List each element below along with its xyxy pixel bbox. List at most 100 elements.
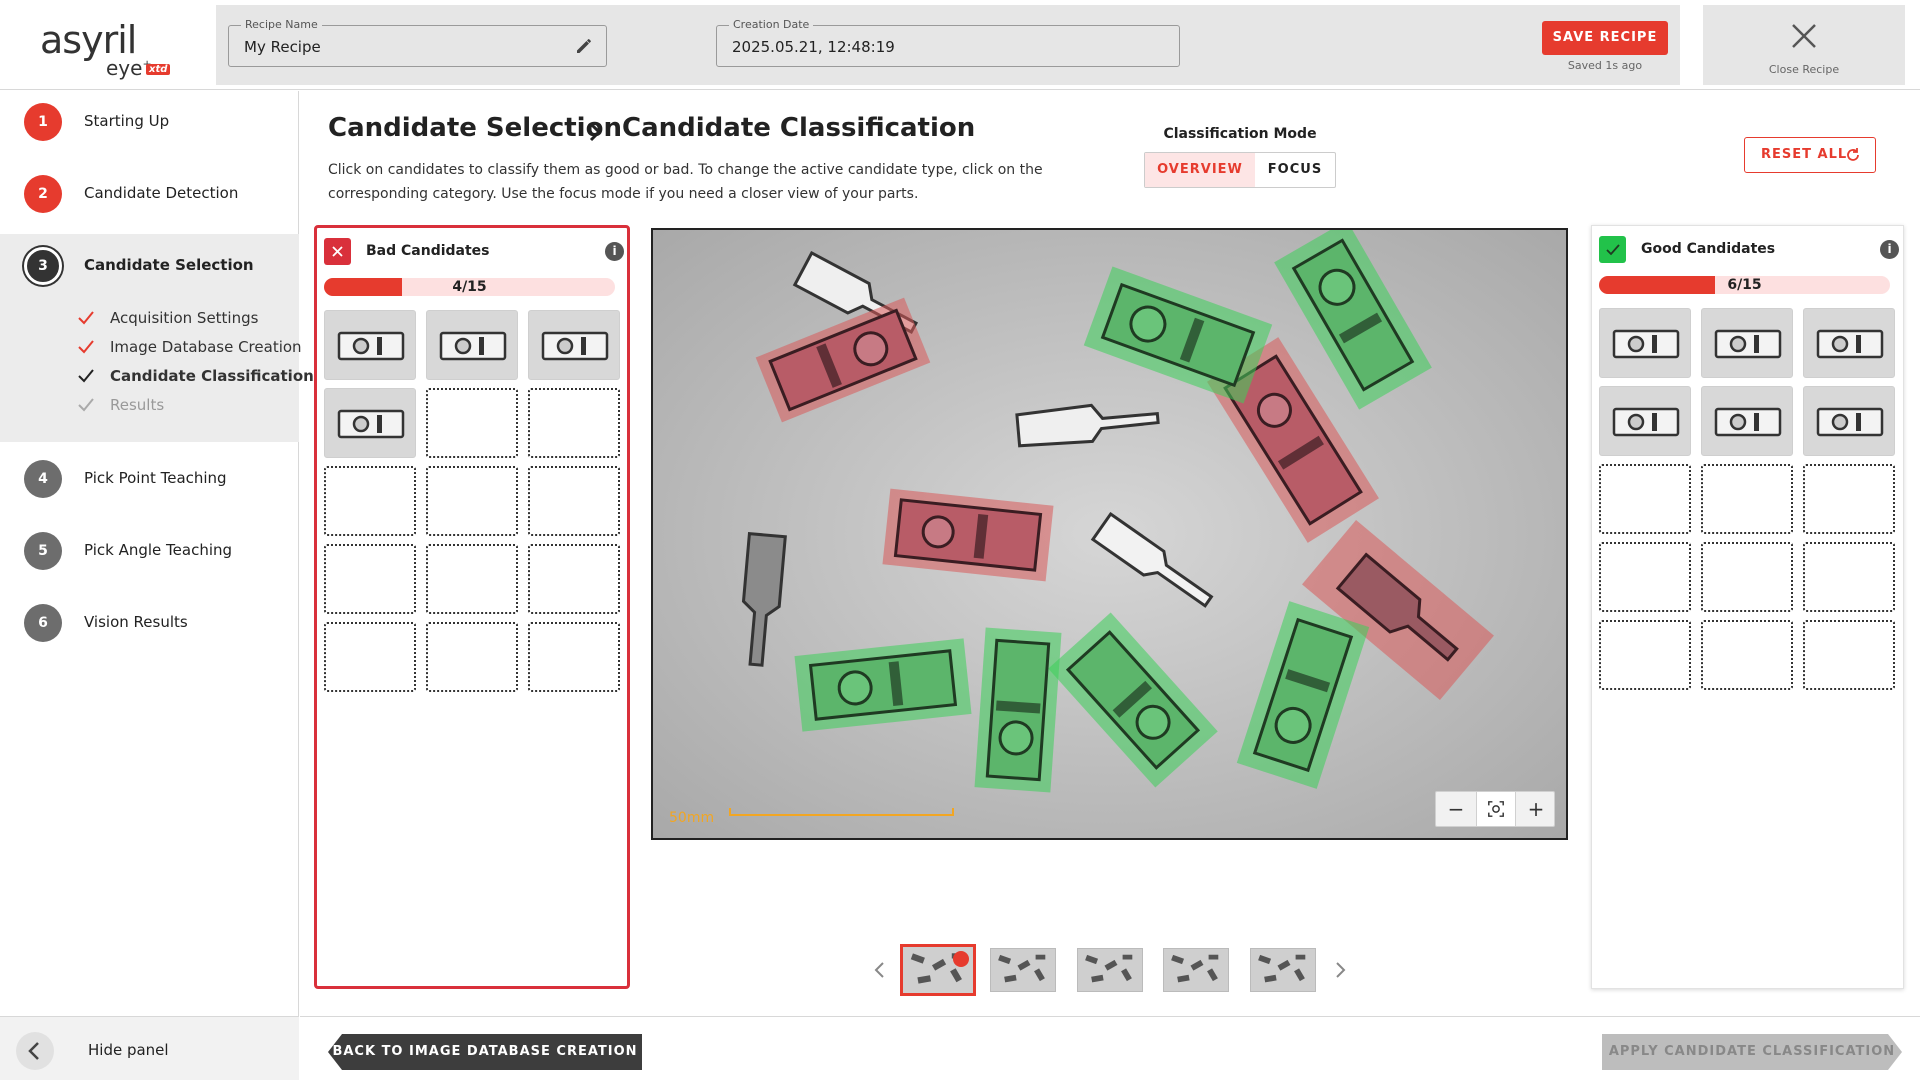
breadcrumb-parent[interactable]: Candidate Selection	[328, 113, 622, 143]
checkmark-icon	[78, 369, 94, 383]
empty-candidate-slot	[426, 388, 518, 458]
bad-candidate-thumbnail[interactable]	[528, 310, 620, 380]
good-candidate-region[interactable]	[974, 627, 1062, 793]
chevron-right-icon	[589, 122, 602, 142]
step-number: 4	[24, 460, 62, 498]
thumbnail-parts-icon	[991, 949, 1055, 991]
bad-candidate-thumbnail[interactable]	[426, 310, 518, 380]
close-icon	[1792, 24, 1816, 48]
good-candidate-thumbnail[interactable]	[1803, 308, 1895, 378]
zoom-in-button[interactable]: +	[1516, 792, 1556, 826]
part-icon	[439, 331, 507, 361]
mode-overview-button[interactable]: OVERVIEW	[1145, 153, 1255, 187]
empty-candidate-slot	[1599, 464, 1691, 534]
zoom-out-button[interactable]: −	[1436, 792, 1476, 826]
step-label: Candidate Selection	[84, 256, 254, 274]
empty-candidate-slot	[528, 466, 620, 536]
bad-candidates-panel[interactable]: Bad Candidates i 4/15	[314, 225, 630, 989]
parts-image[interactable]: 50mm	[653, 230, 1566, 838]
step-vision-results[interactable]: 6 Vision Results	[0, 592, 299, 652]
step-pick-angle-teaching[interactable]: 5 Pick Angle Teaching	[0, 520, 299, 580]
apply-classification-button[interactable]: APPLY CANDIDATE CLASSIFICATION	[1602, 1034, 1902, 1070]
image-thumbnail[interactable]	[1077, 948, 1143, 992]
good-candidate-thumbnail[interactable]	[1599, 386, 1691, 456]
focus-frame-icon	[1488, 801, 1504, 817]
creation-date-label: Creation Date	[729, 18, 814, 31]
recipe-name-field[interactable]: Recipe Name My Recipe	[228, 18, 607, 67]
step-number: 3	[24, 247, 62, 285]
step-number: 5	[24, 532, 62, 570]
good-progress-bar: 6/15	[1599, 276, 1890, 294]
classification-mode-toggle: OVERVIEW FOCUS	[1144, 152, 1336, 188]
page-description: Click on candidates to classify them as …	[328, 162, 1043, 202]
fit-view-button[interactable]	[1476, 792, 1516, 826]
logo-eye-text: eye	[106, 56, 143, 80]
step-label: Pick Point Teaching	[84, 469, 227, 487]
info-icon[interactable]: i	[1880, 240, 1899, 259]
step-pick-point-teaching[interactable]: 4 Pick Point Teaching	[0, 448, 299, 508]
empty-candidate-slot	[324, 622, 416, 692]
bad-candidates-header: Bad Candidates i	[324, 238, 624, 265]
empty-candidate-slot	[1803, 542, 1895, 612]
empty-candidate-slot	[1599, 542, 1691, 612]
info-icon[interactable]: i	[605, 242, 624, 261]
good-count: 6/15	[1727, 277, 1762, 293]
checkmark-icon	[78, 340, 94, 354]
selected-check-icon	[953, 951, 969, 967]
pencil-icon[interactable]	[574, 36, 594, 56]
logo-eye: eye+	[106, 56, 152, 80]
empty-candidate-slot	[1701, 620, 1793, 690]
empty-candidate-slot	[1599, 620, 1691, 690]
step-starting-up[interactable]: 1 Starting Up	[0, 91, 299, 151]
empty-candidate-slot	[426, 622, 518, 692]
bad-progress-bar: 4/15	[324, 278, 615, 296]
image-thumbnail[interactable]	[990, 948, 1056, 992]
reset-all-button[interactable]: RESET ALL	[1744, 137, 1876, 173]
bad-candidate-thumbnail[interactable]	[324, 388, 416, 458]
step-candidate-detection[interactable]: 2 Candidate Detection	[0, 163, 299, 223]
chevron-left-icon[interactable]	[872, 960, 888, 980]
step-candidate-selection[interactable]: 3 Candidate Selection	[0, 235, 299, 295]
recipe-name-label: Recipe Name	[241, 18, 322, 31]
refresh-icon	[1847, 148, 1859, 161]
bad-count: 4/15	[452, 279, 487, 295]
image-thumbnail[interactable]	[900, 944, 976, 996]
hide-panel-button[interactable]: Hide panel	[0, 1016, 299, 1080]
part-icon	[337, 409, 405, 439]
image-thumbnail[interactable]	[1250, 948, 1316, 992]
empty-candidate-slot	[1701, 542, 1793, 612]
close-recipe-label: Close Recipe	[1768, 63, 1840, 76]
close-recipe-button[interactable]: Close Recipe	[1703, 5, 1905, 85]
back-button[interactable]: BACK TO IMAGE DATABASE CREATION	[328, 1034, 642, 1070]
step-label: Vision Results	[84, 613, 188, 631]
steps-sidebar: 1 Starting Up 2 Candidate Detection 3 Ca…	[0, 91, 314, 1080]
part-icon	[541, 331, 609, 361]
recipe-name-value: My Recipe	[244, 38, 321, 56]
good-candidate-thumbnail[interactable]	[1701, 308, 1793, 378]
logo-xtd: xtd	[146, 64, 171, 75]
good-candidates-title: Good Candidates	[1641, 241, 1776, 257]
image-thumbnail[interactable]	[1163, 948, 1229, 992]
checkmark-icon	[78, 311, 94, 325]
scale-label: 50mm	[669, 810, 714, 826]
mode-focus-button[interactable]: FOCUS	[1255, 153, 1335, 187]
part-icon	[1816, 407, 1884, 437]
bad-candidate-thumbnail[interactable]	[324, 310, 416, 380]
classification-mode-title: Classification Mode	[1163, 126, 1317, 142]
zoom-controls: − +	[1435, 791, 1555, 827]
candidate-image-viewer[interactable]: 50mm	[651, 228, 1568, 840]
asyril-logo: asyril eye+ xtd	[40, 18, 180, 80]
save-recipe-button[interactable]: SAVE RECIPE	[1542, 21, 1668, 55]
step-label: Candidate Detection	[84, 184, 239, 202]
chevron-right-icon[interactable]	[1332, 960, 1348, 980]
good-candidate-thumbnail[interactable]	[1701, 386, 1793, 456]
checkmark-icon	[78, 398, 94, 412]
good-candidates-panel[interactable]: Good Candidates i 6/15	[1591, 225, 1904, 989]
step-label: Pick Angle Teaching	[84, 541, 233, 559]
good-candidate-thumbnail[interactable]	[1803, 386, 1895, 456]
part-icon	[337, 331, 405, 361]
step-number: 2	[24, 175, 62, 213]
creation-date-field: Creation Date 2025.05.21, 12:48:19	[716, 18, 1180, 67]
empty-candidate-slot	[426, 544, 518, 614]
good-candidate-thumbnail[interactable]	[1599, 308, 1691, 378]
